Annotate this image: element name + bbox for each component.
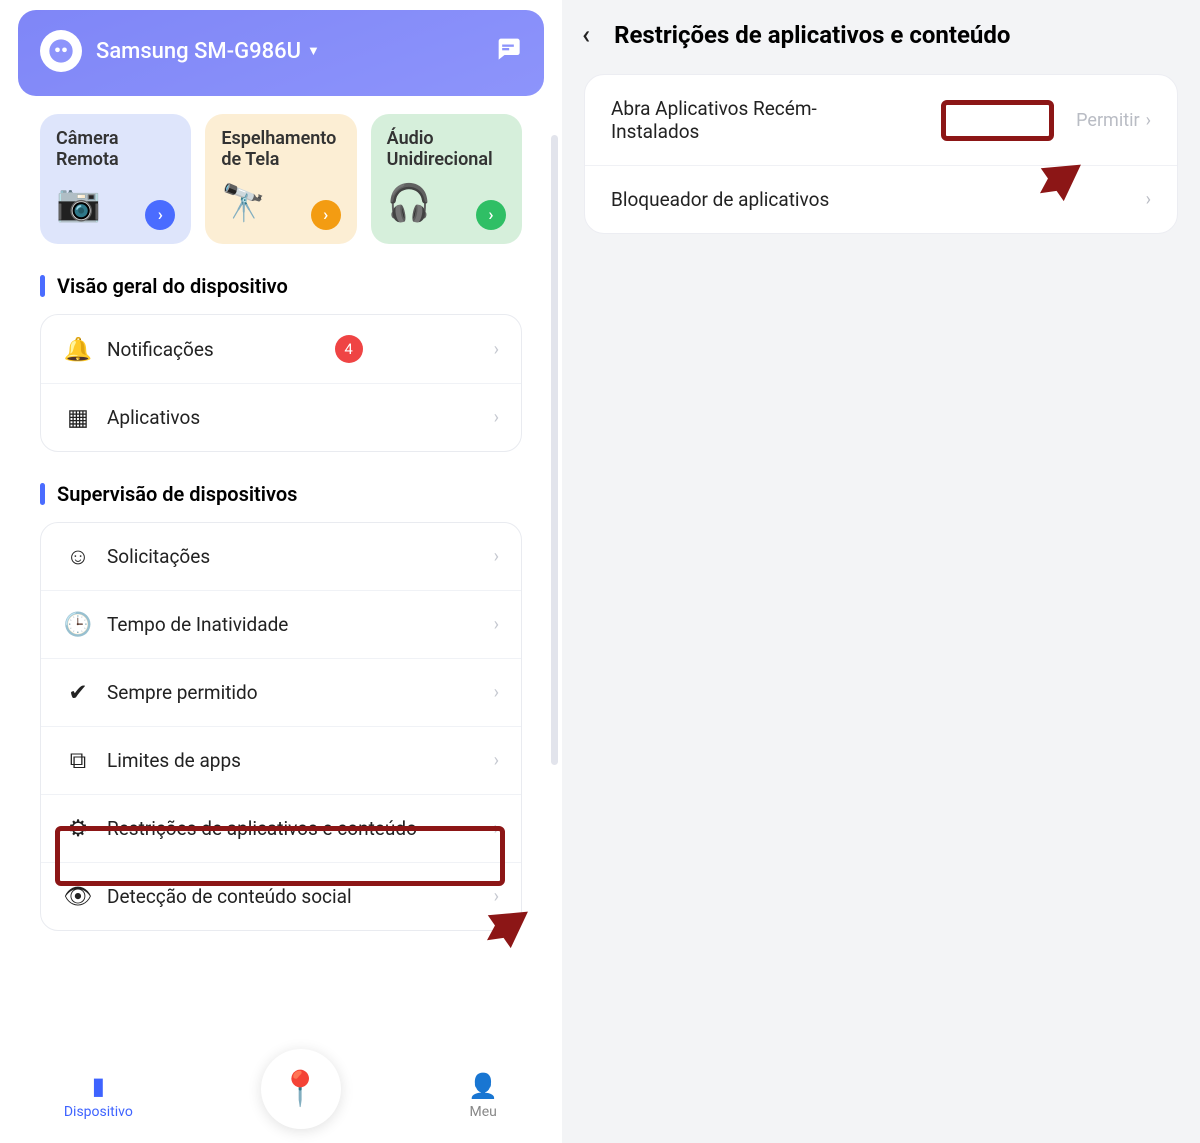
nav-label: Meu (470, 1104, 497, 1120)
go-icon: › (476, 200, 506, 230)
row-label: Aplicativos (107, 406, 200, 429)
chevron-right-icon: › (494, 886, 499, 907)
overview-card: 🔔 Notificações 4 › ▦ Aplicativos › (40, 314, 522, 452)
row-requests[interactable]: ☺ Solicitações › (41, 523, 521, 590)
pin-icon: 📍 (279, 1069, 321, 1109)
check-badge-icon: ✔ (63, 679, 93, 706)
chevron-right-icon: › (494, 614, 499, 635)
clock-icon: 🕒 (63, 611, 93, 638)
restrictions-icon: ⚙ (63, 815, 93, 842)
row-open-new-apps[interactable]: Abra Aplicativos Recém-Instalados Permit… (585, 75, 1177, 165)
go-icon: › (145, 200, 175, 230)
bell-icon: 🔔 (63, 336, 93, 363)
nav-device[interactable]: ▮ Dispositivo (64, 1072, 133, 1120)
page-title: Restrições de aplicativos e conteúdo (614, 21, 1010, 49)
row-value: Permitir › (1076, 110, 1151, 131)
section-overview-title: Visão geral do dispositivo (40, 274, 522, 298)
row-app-blocker[interactable]: Bloqueador de aplicativos › (585, 165, 1177, 233)
row-label: Tempo de Inatividade (107, 613, 288, 636)
chevron-right-icon: › (494, 339, 499, 360)
device-header[interactable]: Samsung SM-G986U ▼ (18, 10, 544, 96)
row-label: Bloqueador de aplicativos (611, 188, 829, 211)
restrictions-card: Abra Aplicativos Recém-Instalados Permit… (584, 74, 1178, 234)
row-app-content-restrictions[interactable]: ⚙ Restrições de aplicativos e conteúdo › (41, 794, 521, 862)
request-icon: ☺ (63, 543, 93, 570)
value-text: Permitir (1076, 110, 1139, 131)
section-supervision-title: Supervisão de dispositivos (40, 482, 522, 506)
row-app-limits[interactable]: ⧉ Limites de apps › (41, 726, 521, 794)
supervision-card: ☺ Solicitações › 🕒 Tempo de Inatividade … (40, 522, 522, 931)
tool-screen-mirror[interactable]: Espelhamento de Tela 🔭 › (205, 114, 356, 244)
chevron-right-icon: › (494, 407, 499, 428)
row-notifications[interactable]: 🔔 Notificações 4 › (41, 315, 521, 383)
chevron-right-icon: › (494, 750, 499, 771)
tool-one-way-audio[interactable]: Áudio Unidirecional 🎧 › (371, 114, 522, 244)
tool-label: Espelhamento de Tela (221, 128, 340, 170)
apps-icon: ▦ (63, 404, 93, 431)
chat-icon[interactable] (494, 34, 522, 68)
tools-row: Câmera Remota 📷 › Espelhamento de Tela 🔭… (40, 114, 522, 244)
go-icon: › (311, 200, 341, 230)
device-name: Samsung SM-G986U (96, 39, 301, 64)
chevron-right-icon: › (494, 818, 499, 839)
row-social-detect[interactable]: 👁 Detecção de conteúdo social › (41, 862, 521, 930)
avatar[interactable] (40, 30, 82, 72)
tool-label: Câmera Remota (56, 128, 175, 170)
row-label: Sempre permitido (107, 681, 258, 704)
row-downtime[interactable]: 🕒 Tempo de Inatividade › (41, 590, 521, 658)
row-label: Limites de apps (107, 749, 241, 772)
row-apps[interactable]: ▦ Aplicativos › (41, 383, 521, 451)
scrollbar[interactable] (551, 135, 558, 765)
row-label: Abra Aplicativos Recém-Instalados (611, 97, 871, 143)
chevron-right-icon: › (494, 682, 499, 703)
eye-icon: 👁 (63, 883, 93, 910)
notifications-badge: 4 (335, 335, 363, 363)
bottom-nav: ▮ Dispositivo 📍 👤 Meu (0, 1048, 562, 1143)
device-icon: ▮ (92, 1072, 105, 1100)
chevron-right-icon: › (494, 546, 499, 567)
nav-label: Dispositivo (64, 1104, 133, 1120)
row-label: Restrições de aplicativos e conteúdo (107, 817, 417, 840)
nav-location[interactable]: 📍 (261, 1049, 341, 1129)
cube-icon: ⧉ (63, 747, 93, 774)
person-icon: 👤 (468, 1072, 498, 1100)
left-panel: Samsung SM-G986U ▼ Câmera Remota 📷 › Esp… (0, 0, 562, 1143)
back-icon[interactable]: ‹ (582, 20, 590, 50)
row-label: Solicitações (107, 545, 210, 568)
row-label: Detecção de conteúdo social (107, 885, 352, 908)
row-always-allowed[interactable]: ✔ Sempre permitido › (41, 658, 521, 726)
row-label: Notificações (107, 338, 214, 361)
nav-me[interactable]: 👤 Meu (468, 1072, 498, 1120)
tool-remote-camera[interactable]: Câmera Remota 📷 › (40, 114, 191, 244)
chevron-right-icon: › (1146, 110, 1151, 131)
right-header: ‹ Restrições de aplicativos e conteúdo (562, 10, 1200, 74)
tool-label: Áudio Unidirecional (387, 128, 506, 170)
chevron-right-icon: › (1146, 189, 1151, 210)
avatar-icon (47, 37, 75, 65)
right-panel: ‹ Restrições de aplicativos e conteúdo A… (562, 0, 1200, 1143)
chevron-down-icon[interactable]: ▼ (307, 43, 320, 59)
